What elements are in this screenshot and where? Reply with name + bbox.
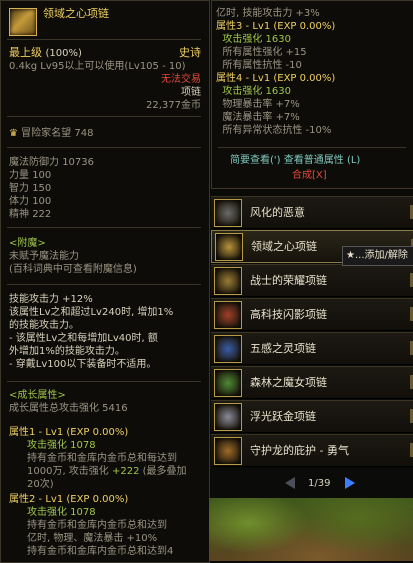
normal-view-link[interactable]: 查看普通属性 [284,155,344,166]
adventurer-fame: ♛ 冒险家名望 748 [9,128,94,139]
growth1-atk: 攻击强化 1078 [27,440,96,451]
view-links: 简要查看(') 查看普通属性 (L) [230,155,361,166]
growth2-desc: 持有金币和金库内金币总和达到4 [27,546,174,557]
trade-status: 无法交易 [161,74,201,85]
growth1-desc: 1000万, 攻击强化 +222 (最多叠加 [27,466,187,477]
stat-int: 智力 150 [9,183,52,194]
list-item[interactable]: 守护龙的庇护 - 勇气 [211,434,413,467]
list-item[interactable]: 浮光跃金项链 [211,400,413,433]
tooltip-line: 亿时, 技能攻击力 +3% [216,8,320,19]
growth2-title: 属性2 - Lv1 (EXP 0.00%) [9,494,129,505]
necklace-icon [214,369,242,397]
list-item-label: 守护龙的庇护 - 勇气 [250,444,349,457]
stat-vit: 体力 100 [9,196,52,207]
necklace-icon [214,437,242,465]
item-tooltip: 领域之心项链 最上级 (100%) 史诗 0.4kg Lv95以上可以使用(Lv… [0,0,210,563]
list-item-label: 风化的恶意 [250,206,305,219]
tooltip-line: 属性4 - Lv1 (EXP 0.00%) [216,73,336,84]
growth1-desc: 20次) [27,479,54,490]
skill-line: 的技能攻击力。 [9,320,79,331]
tooltip-line: 所有属性强化 +15 [216,47,307,58]
list-item[interactable]: 高科技闪影项链 [211,298,413,331]
list-item-label: 五感之灵项链 [250,342,316,355]
synthesize-link[interactable]: 合成[X] [292,169,327,182]
page-indicator: 1/39 [308,478,331,489]
tooltip-line: 属性3 - Lv1 (EXP 0.00%) [216,21,336,32]
list-item[interactable]: 森林之魔女项链 [211,366,413,399]
item-weight-level: 0.4kg Lv95以上可以使用(Lv105 - 10) [9,61,186,72]
background-scene [209,498,413,561]
list-item-label: 战士的荣耀项链 [250,274,327,287]
growth2-desc: 持有金币和金库内金币总和达到 [27,520,167,531]
tooltip-line: 所有属性抗性 -10 [216,60,302,71]
tooltip-line: 魔法暴击率 +7% [216,112,300,123]
list-item-label: 浮光跃金项链 [250,410,316,423]
item-grade: 最上级 (100%) [9,46,82,59]
fame-icon: ♛ [9,128,18,139]
list-item[interactable]: 五感之灵项链 [211,332,413,365]
tooltip-line: 攻击强化 1630 [216,34,291,45]
growth2-atk: 攻击强化 1078 [27,507,96,518]
list-item-label: 森林之魔女项链 [250,376,327,389]
skill-line: 该属性Lv之和超过Lv240时, 增加1% [9,307,174,318]
skill-line: 外增加1%的技能攻击力。 [9,346,125,357]
growth-total: 成长属性总攻击强化 5416 [9,403,128,414]
necklace-icon [214,199,242,227]
tooltip-line: 攻击强化 1630 [216,86,291,97]
necklace-icon [214,335,242,363]
growth1-title: 属性1 - Lv1 (EXP 0.00%) [9,427,129,438]
tooltip-line: 所有异常状态抗性 -10% [216,125,332,136]
item-price: 22,377金币 [146,100,201,111]
enchant-hint: (百科词典中可查看附魔信息) [9,264,137,275]
stat-str: 力量 100 [9,170,52,181]
list-item-label: 领域之心项链 [251,240,317,253]
enchant-status: 未赋予魔法能力 [9,251,79,262]
list-item-label: 高科技闪影项链 [250,308,327,321]
pager: 1/39 [211,468,413,498]
item-tooltip-continued: 亿时, 技能攻击力 +3% 属性3 - Lv1 (EXP 0.00%) 攻击强化 … [211,0,413,189]
necklace-icon [214,267,242,295]
prev-page-arrow-icon[interactable] [285,477,295,489]
skill-line: 技能攻击力 +12% [9,294,93,305]
enchant-header: <附魔> [9,238,46,249]
skill-line: - 穿戴Lv100以下装备时不适用。 [9,359,157,370]
stat-magic-def: 魔法防御力 10736 [9,157,94,168]
list-item[interactable]: 战士的荣耀项链 [211,264,413,297]
list-item[interactable]: 风化的恶意 [211,196,413,229]
necklace-icon [215,233,243,261]
necklace-icon [214,403,242,431]
item-name: 领域之心项链 [43,7,109,20]
item-slot: 项链 [181,87,201,98]
growth1-desc: 持有金币和金库内金币总和每达到 [27,453,177,464]
brief-view-link[interactable]: 简要查看 [230,155,270,166]
tooltip-line: 物理暴击率 +7% [216,99,300,110]
skill-line: - 该属性Lv之和每增加Lv40时, 额 [9,333,158,344]
growth-header: <成长属性> [9,390,66,401]
context-tip[interactable]: ★...添加/解除 [342,246,413,266]
necklace-item-icon [9,8,37,36]
item-rarity: 史诗 [179,46,201,59]
growth2-desc: 亿时, 物理、魔法暴击 +10% [27,533,158,544]
necklace-icon [214,301,242,329]
next-page-arrow-icon[interactable] [345,477,355,489]
stat-spirit: 精神 222 [9,209,52,220]
